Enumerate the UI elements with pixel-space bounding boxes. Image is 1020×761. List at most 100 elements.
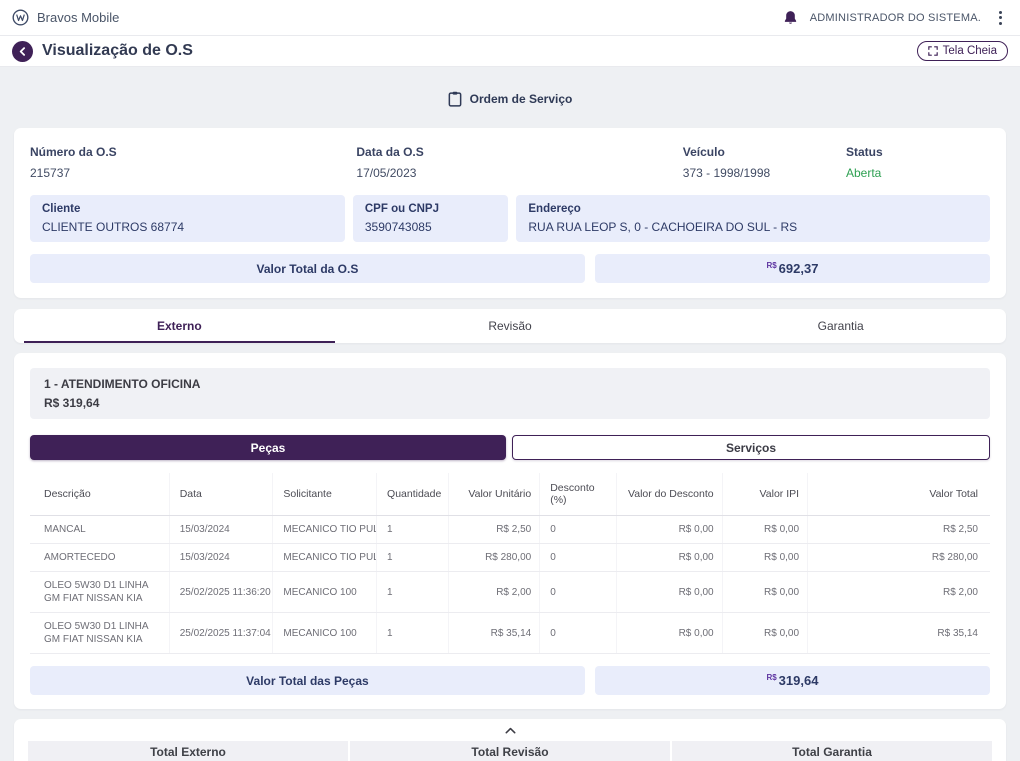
brand-logo-icon <box>12 9 29 26</box>
field-veiculo: Veículo 373 - 1998/1998 <box>683 145 846 180</box>
cell-data: 15/03/2024 <box>169 543 274 572</box>
total-revisao-header: Total Revisão <box>350 741 670 761</box>
service-group-title: 1 - ATENDIMENTO OFICINA <box>44 377 201 391</box>
cell-valor-total: R$ 2,00 <box>807 571 990 613</box>
cell-desconto: 0 <box>539 543 618 572</box>
table-header-row: Descrição Data Solicitante Quantidade Va… <box>30 473 990 516</box>
cell-valor-total: R$ 35,14 <box>807 612 990 654</box>
pecas-total-label-box: Valor Total das Peças <box>30 666 585 695</box>
kebab-menu-icon[interactable] <box>993 7 1008 29</box>
fullscreen-label: Tela Cheia <box>942 45 997 57</box>
externo-content-card: 1 - ATENDIMENTO OFICINA R$ 319,64 Peças … <box>14 353 1006 709</box>
field-data-label: Data da O.S <box>356 145 424 159</box>
service-group-header: 1 - ATENDIMENTO OFICINA R$ 319,64 <box>30 368 990 419</box>
cell-valor-ipi: R$ 0,00 <box>722 571 809 613</box>
page-header-bar: Visualização de O.S Tela Cheia <box>0 36 1020 67</box>
field-numero-value: 215737 <box>30 166 71 180</box>
main-content: Ordem de Serviço Número da O.S 215737 Da… <box>0 91 1020 761</box>
notifications-bell-icon[interactable] <box>783 10 798 26</box>
cell-valor-total: R$ 280,00 <box>807 543 990 572</box>
order-total-label: Valor Total da O.S <box>256 261 359 276</box>
service-group-value: R$ 319,64 <box>44 396 100 410</box>
cell-descricao: OLEO 5W30 D1 LINHA GM FIAT NISSAN KIA <box>30 571 170 613</box>
cell-desconto: 0 <box>539 571 618 613</box>
topbar-right: ADMINISTRADOR DO SISTEMA. <box>783 7 1008 29</box>
cell-quantidade: 1 <box>376 515 450 544</box>
cell-desconto: 0 <box>539 515 618 544</box>
collapse-button[interactable] <box>495 724 526 737</box>
cpf-label: CPF ou CNPJ <box>364 203 439 215</box>
cell-solicitante: MECANICO TIO PULLY <box>272 515 378 544</box>
page-title: Visualização de O.S <box>42 42 193 59</box>
fullscreen-icon <box>927 46 938 56</box>
clipboard-icon <box>448 91 462 107</box>
pecas-total-value: 319,64 <box>778 673 819 688</box>
cell-valor-ipi: R$ 0,00 <box>722 543 809 572</box>
top-app-bar: Bravos Mobile ADMINISTRADOR DO SISTEMA. <box>0 0 1020 36</box>
cell-valor-unitario: R$ 280,00 <box>448 543 541 572</box>
back-button[interactable] <box>12 40 33 62</box>
cell-data: 25/02/2025 11:37:04 <box>169 612 274 654</box>
order-total-row: Valor Total da O.S R$ 692,37 <box>30 254 990 283</box>
col-descricao: Descrição <box>30 473 170 516</box>
fullscreen-button[interactable]: Tela Cheia <box>916 41 1008 61</box>
totals-grid: Total Externo Total Revisão Total Garant… <box>28 741 992 761</box>
client-boxes: Cliente CLIENTE OUTROS 68774 CPF ou CNPJ… <box>30 195 990 242</box>
section-title-label: Ordem de Serviço <box>469 92 573 106</box>
order-total-value-box: R$ 692,37 <box>594 254 990 283</box>
table-row: AMORTECEDO 15/03/2024 MECANICO TIO PULLY… <box>30 543 990 572</box>
cell-descricao: OLEO 5W30 D1 LINHA GM FIAT NISSAN KIA <box>30 612 170 654</box>
currency-symbol: R$ <box>766 673 777 682</box>
chevron-left-icon <box>19 46 26 56</box>
col-solicitante: Solicitante <box>272 473 378 516</box>
field-veiculo-label: Veículo <box>682 145 725 159</box>
user-menu[interactable]: ADMINISTRADOR DO SISTEMA. <box>810 12 981 24</box>
endereco-value: RUA RUA LEOP S, 0 - CACHOEIRA DO SUL - R… <box>528 220 798 234</box>
cell-valor-desconto: R$ 0,00 <box>616 543 723 572</box>
cpf-value: 3590743085 <box>364 220 432 234</box>
section-title: Ordem de Serviço <box>14 91 1006 107</box>
pecas-button[interactable]: Peças <box>30 435 506 460</box>
order-info-card: Número da O.S 215737 Data da O.S 17/05/2… <box>14 128 1006 298</box>
cell-valor-total: R$ 2,50 <box>807 515 990 544</box>
cell-descricao: MANCAL <box>30 515 170 544</box>
pecas-total-value-box: R$ 319,64 <box>594 666 990 695</box>
col-valor-ipi: Valor IPI <box>722 473 809 516</box>
cliente-value: CLIENTE OUTROS 68774 <box>42 220 185 234</box>
chevron-up-icon <box>505 727 515 734</box>
field-veiculo-value: 373 - 1998/1998 <box>682 166 771 180</box>
table-row: OLEO 5W30 D1 LINHA GM FIAT NISSAN KIA 25… <box>30 571 990 613</box>
cell-descricao: AMORTECEDO <box>30 543 170 572</box>
servicos-button[interactable]: Serviços <box>512 435 990 460</box>
pecas-total-label: Valor Total das Peças <box>246 673 369 688</box>
col-valor-unitario: Valor Unitário <box>448 473 541 516</box>
endereco-box: Endereço RUA RUA LEOP S, 0 - CACHOEIRA D… <box>516 195 990 242</box>
cliente-box: Cliente CLIENTE OUTROS 68774 <box>30 195 345 242</box>
currency-symbol: R$ <box>766 261 777 270</box>
table-row: MANCAL 15/03/2024 MECANICO TIO PULLY 1 R… <box>30 515 990 544</box>
summary-card: Total Externo Total Revisão Total Garant… <box>14 719 1006 761</box>
tab-externo[interactable]: Externo <box>14 309 345 343</box>
tab-revisao[interactable]: Revisão <box>345 309 676 343</box>
cell-data: 25/02/2025 11:36:20 <box>169 571 274 613</box>
pecas-servicos-toggle: Peças Serviços <box>30 435 990 460</box>
col-data: Data <box>169 473 274 516</box>
field-data: Data da O.S 17/05/2023 <box>356 145 682 180</box>
order-total-label-box: Valor Total da O.S <box>30 254 585 283</box>
tab-garantia[interactable]: Garantia <box>675 309 1006 343</box>
col-valor-desconto: Valor do Desconto <box>616 473 723 516</box>
brand[interactable]: Bravos Mobile <box>12 9 119 26</box>
field-status-label: Status <box>845 145 883 159</box>
cell-desconto: 0 <box>539 612 618 654</box>
cell-valor-unitario: R$ 35,14 <box>448 612 541 654</box>
cell-data: 15/03/2024 <box>169 515 274 544</box>
cell-quantidade: 1 <box>376 612 450 654</box>
cell-valor-desconto: R$ 0,00 <box>616 612 723 654</box>
cell-solicitante: MECANICO TIO PULLY <box>272 543 378 572</box>
endereco-label: Endereço <box>528 203 581 215</box>
cell-valor-ipi: R$ 0,00 <box>722 612 809 654</box>
field-numero-label: Número da O.S <box>30 145 117 159</box>
pecas-table: Descrição Data Solicitante Quantidade Va… <box>30 473 990 654</box>
cell-valor-desconto: R$ 0,00 <box>616 515 723 544</box>
cell-solicitante: MECANICO 100 <box>272 571 378 613</box>
